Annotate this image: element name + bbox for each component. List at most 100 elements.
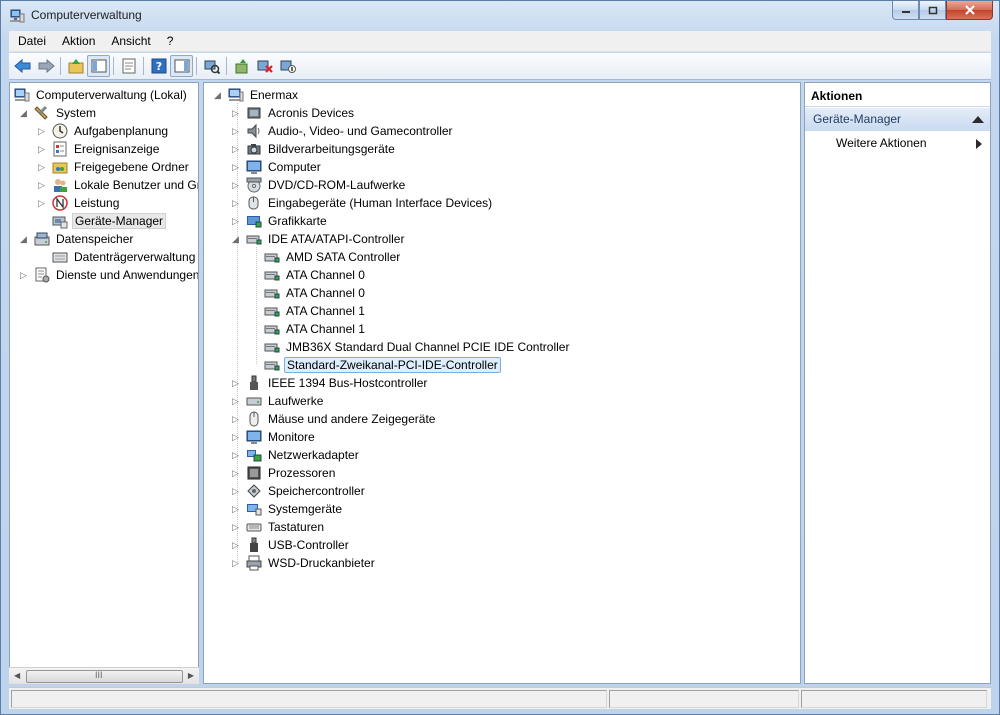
category-audio-video-gamecontroller[interactable]: ▷ Audio-, Video- und Gamecontroller	[232, 122, 455, 140]
forward-arrow-icon	[38, 58, 55, 74]
expand-arrow-icon[interactable]: ▷	[232, 414, 241, 424]
title-bar[interactable]: Computerverwaltung	[1, 1, 999, 31]
expand-arrow-icon[interactable]: ▷	[38, 180, 47, 190]
category-monitore[interactable]: ▷ Monitore	[232, 428, 317, 446]
properties-button[interactable]	[117, 55, 140, 77]
expand-arrow-icon[interactable]: ▷	[232, 486, 241, 496]
category-prozessoren[interactable]: ▷ Prozessoren	[232, 464, 337, 482]
category-grafikkarte[interactable]: ▷ Grafikkarte	[232, 212, 329, 230]
minimize-button[interactable]	[892, 1, 919, 20]
expand-arrow-icon[interactable]: ▷	[232, 108, 241, 118]
weitere-aktionen-item[interactable]: Weitere Aktionen	[836, 136, 927, 150]
expand-arrow-icon[interactable]: ▷	[232, 432, 241, 442]
menu-ansicht[interactable]: Ansicht	[102, 31, 157, 52]
ide-child-item[interactable]: AMD SATA Controller	[264, 248, 402, 266]
collapse-arrow-icon[interactable]: ◢	[214, 90, 223, 100]
expand-arrow-icon[interactable]: ▷	[20, 270, 29, 280]
tree-node-computerverwaltung[interactable]: Computerverwaltung (Lokal)	[14, 86, 189, 104]
menu-help[interactable]: ?	[158, 31, 181, 52]
actions-section-geraete-manager[interactable]: Geräte-Manager	[805, 108, 990, 131]
expand-arrow-icon[interactable]: ▷	[232, 126, 241, 136]
expand-arrow-icon[interactable]: ▷	[232, 540, 241, 550]
expand-arrow-icon[interactable]: ▷	[232, 558, 241, 568]
category-computer[interactable]: ▷ Computer	[232, 158, 323, 176]
collapse-arrow-icon[interactable]: ◢	[20, 108, 29, 118]
show-action-pane-button[interactable]	[170, 55, 193, 77]
device-label: DVD/CD-ROM-Laufwerke	[268, 178, 406, 192]
scrollbar-thumb[interactable]: III	[26, 670, 183, 683]
expand-arrow-icon[interactable]: ▷	[232, 522, 241, 532]
maximize-button[interactable]	[919, 1, 946, 20]
expand-arrow-icon[interactable]: ▷	[38, 144, 47, 154]
expand-arrow-icon[interactable]: ▷	[232, 378, 241, 388]
expand-arrow-icon[interactable]: ▷	[232, 216, 241, 226]
category-bildverarbeitungsgeraete[interactable]: ▷ Bildverarbeitungsgeräte	[232, 140, 397, 158]
category-ieee-1394-bus-hostcontroller[interactable]: ▷ IEEE 1394 Bus-Hostcontroller	[232, 374, 429, 392]
category-tastaturen[interactable]: ▷ Tastaturen	[232, 518, 326, 536]
category-laufwerke[interactable]: ▷ Laufwerke	[232, 392, 325, 410]
disable-device-icon	[280, 60, 296, 73]
category-usb-controller[interactable]: ▷ USB-Controller	[232, 536, 351, 554]
category-systemgeraete[interactable]: ▷ Systemgeräte	[232, 500, 344, 518]
category-netzwerkadapter[interactable]: ▷ Netzwerkadapter	[232, 446, 361, 464]
tree-node-aufgabenplanung[interactable]: ▷ Aufgabenplanung	[38, 122, 170, 140]
help-button[interactable]: ?	[147, 55, 170, 77]
scroll-right-icon[interactable]: ▶	[188, 671, 194, 680]
tree-node-geraete-manager[interactable]: Geräte-Manager	[52, 212, 167, 230]
category-speichercontroller[interactable]: ▷ Speichercontroller	[232, 482, 367, 500]
update-driver-button[interactable]	[230, 55, 253, 77]
scroll-left-icon[interactable]: ◀	[14, 671, 20, 680]
device-root[interactable]: ◢ Enermax	[214, 86, 300, 104]
expand-arrow-icon[interactable]: ▷	[38, 126, 47, 136]
up-button[interactable]	[64, 55, 87, 77]
expand-arrow-icon[interactable]: ▷	[232, 198, 241, 208]
collapse-arrow-icon[interactable]: ◢	[232, 234, 241, 244]
tree-node-dienste[interactable]: ▷ Dienste und Anwendungen	[20, 266, 198, 284]
tree-node-ereignisanzeige[interactable]: ▷ Ereignisanzeige	[38, 140, 161, 158]
category-acronis-devices[interactable]: ▷ Acronis Devices	[232, 104, 356, 122]
firewire-icon	[250, 375, 258, 390]
ide-child-item[interactable]: ATA Channel 0	[264, 284, 367, 302]
expand-arrow-icon[interactable]: ▷	[232, 450, 241, 460]
expand-arrow-icon[interactable]: ▷	[38, 162, 47, 172]
ide-child-item[interactable]: Standard-Zweikanal-PCI-IDE-Controller	[264, 356, 501, 374]
ide-child-item[interactable]: JMB36X Standard Dual Channel PCIE IDE Co…	[264, 338, 571, 356]
collapse-arrow-icon[interactable]: ◢	[20, 234, 29, 244]
expand-arrow-icon[interactable]: ▷	[232, 504, 241, 514]
tree-node-freigegebene-ordner[interactable]: ▷ Freigegebene Ordner	[38, 158, 191, 176]
collapse-triangle-icon[interactable]	[972, 116, 984, 123]
ide-child-item[interactable]: ATA Channel 1	[264, 302, 367, 320]
expand-arrow-icon[interactable]: ▷	[232, 162, 241, 172]
category-wsd-druckanbieter[interactable]: ▷ WSD-Druckanbieter	[232, 554, 377, 572]
tree-node-lokale-benutzer[interactable]: ▷ Lokale Benutzer und Gr	[38, 176, 198, 194]
horizontal-scrollbar[interactable]: ◀ III ▶	[9, 667, 199, 684]
expand-arrow-icon[interactable]: ▷	[38, 198, 47, 208]
tree-node-leistung[interactable]: ▷ Leistung	[38, 194, 121, 212]
scan-hardware-button[interactable]	[200, 55, 223, 77]
expand-arrow-icon[interactable]: ▷	[232, 396, 241, 406]
category-eingabegeraete[interactable]: ▷ Eingabegeräte (Human Interface Devices)	[232, 194, 494, 212]
back-button[interactable]	[11, 55, 34, 77]
submenu-arrow-icon[interactable]	[976, 139, 982, 149]
dvd-drive-icon	[246, 177, 262, 193]
menu-aktion[interactable]: Aktion	[53, 31, 102, 52]
ide-child-item[interactable]: ATA Channel 0	[264, 266, 367, 284]
tree-node-datentraegerverwaltung[interactable]: Datenträgerverwaltung	[52, 248, 197, 266]
menu-datei[interactable]: Datei	[9, 31, 53, 52]
tree-node-system[interactable]: ◢ System	[20, 104, 98, 122]
category-maeuse-zeigegeraete[interactable]: ▷ Mäuse und andere Zeigegeräte	[232, 410, 437, 428]
up-folder-icon	[68, 59, 83, 74]
tree-node-datenspeicher[interactable]: ◢ Datenspeicher	[20, 230, 135, 248]
forward-button[interactable]	[34, 55, 57, 77]
category-ide-ata-atapi-controller[interactable]: ◢ IDE ATA/ATAPI-Controller	[232, 230, 406, 248]
ide-controller-icon	[264, 253, 280, 263]
expand-arrow-icon[interactable]: ▷	[232, 468, 241, 478]
ide-child-item[interactable]: ATA Channel 1	[264, 320, 367, 338]
category-dvd-cd-rom-laufwerke[interactable]: ▷ DVD/CD-ROM-Laufwerke	[232, 176, 407, 194]
show-tree-button[interactable]	[87, 55, 110, 77]
expand-arrow-icon[interactable]: ▷	[232, 144, 241, 154]
expand-arrow-icon[interactable]: ▷	[232, 180, 241, 190]
uninstall-button[interactable]	[253, 55, 276, 77]
disable-device-button[interactable]	[276, 55, 299, 77]
close-button[interactable]	[946, 1, 993, 20]
